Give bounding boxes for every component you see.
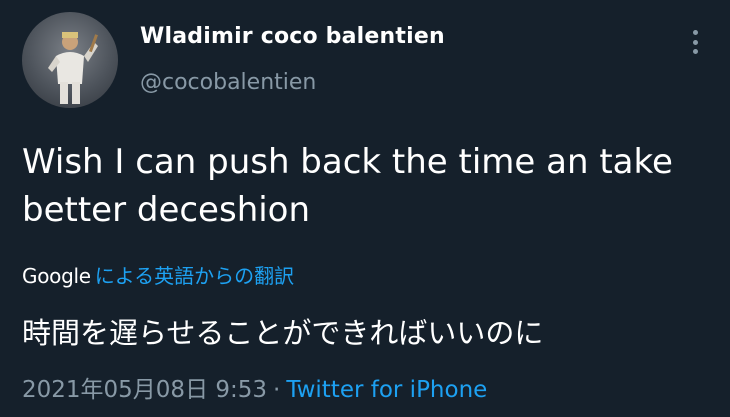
tweet-text: Wish I can push back the time an take be… xyxy=(22,142,673,230)
user-handle[interactable]: @cocobalentien xyxy=(140,70,316,95)
more-vertical-icon[interactable] xyxy=(683,26,707,58)
display-name[interactable]: Wladimir coco balentien xyxy=(140,24,445,49)
dot xyxy=(692,39,698,45)
source-link[interactable]: Twitter for iPhone xyxy=(286,377,487,403)
translation-link[interactable]: による英語からの翻訳 xyxy=(95,264,294,288)
translated-text: 時間を遅らせることができればいいのに xyxy=(22,316,544,350)
dot xyxy=(692,30,698,35)
dot xyxy=(692,49,698,54)
translation-attribution: Google による英語からの翻訳 xyxy=(22,260,294,289)
meta-separator: · xyxy=(273,377,281,403)
tweet-meta: 2021年05月08日 9:53 · Twitter for iPhone xyxy=(22,370,487,404)
avatar[interactable] xyxy=(22,12,118,108)
timestamp[interactable]: 2021年05月08日 9:53 xyxy=(22,377,267,403)
google-logo: Google xyxy=(22,264,91,288)
avatar-photo xyxy=(48,32,98,104)
